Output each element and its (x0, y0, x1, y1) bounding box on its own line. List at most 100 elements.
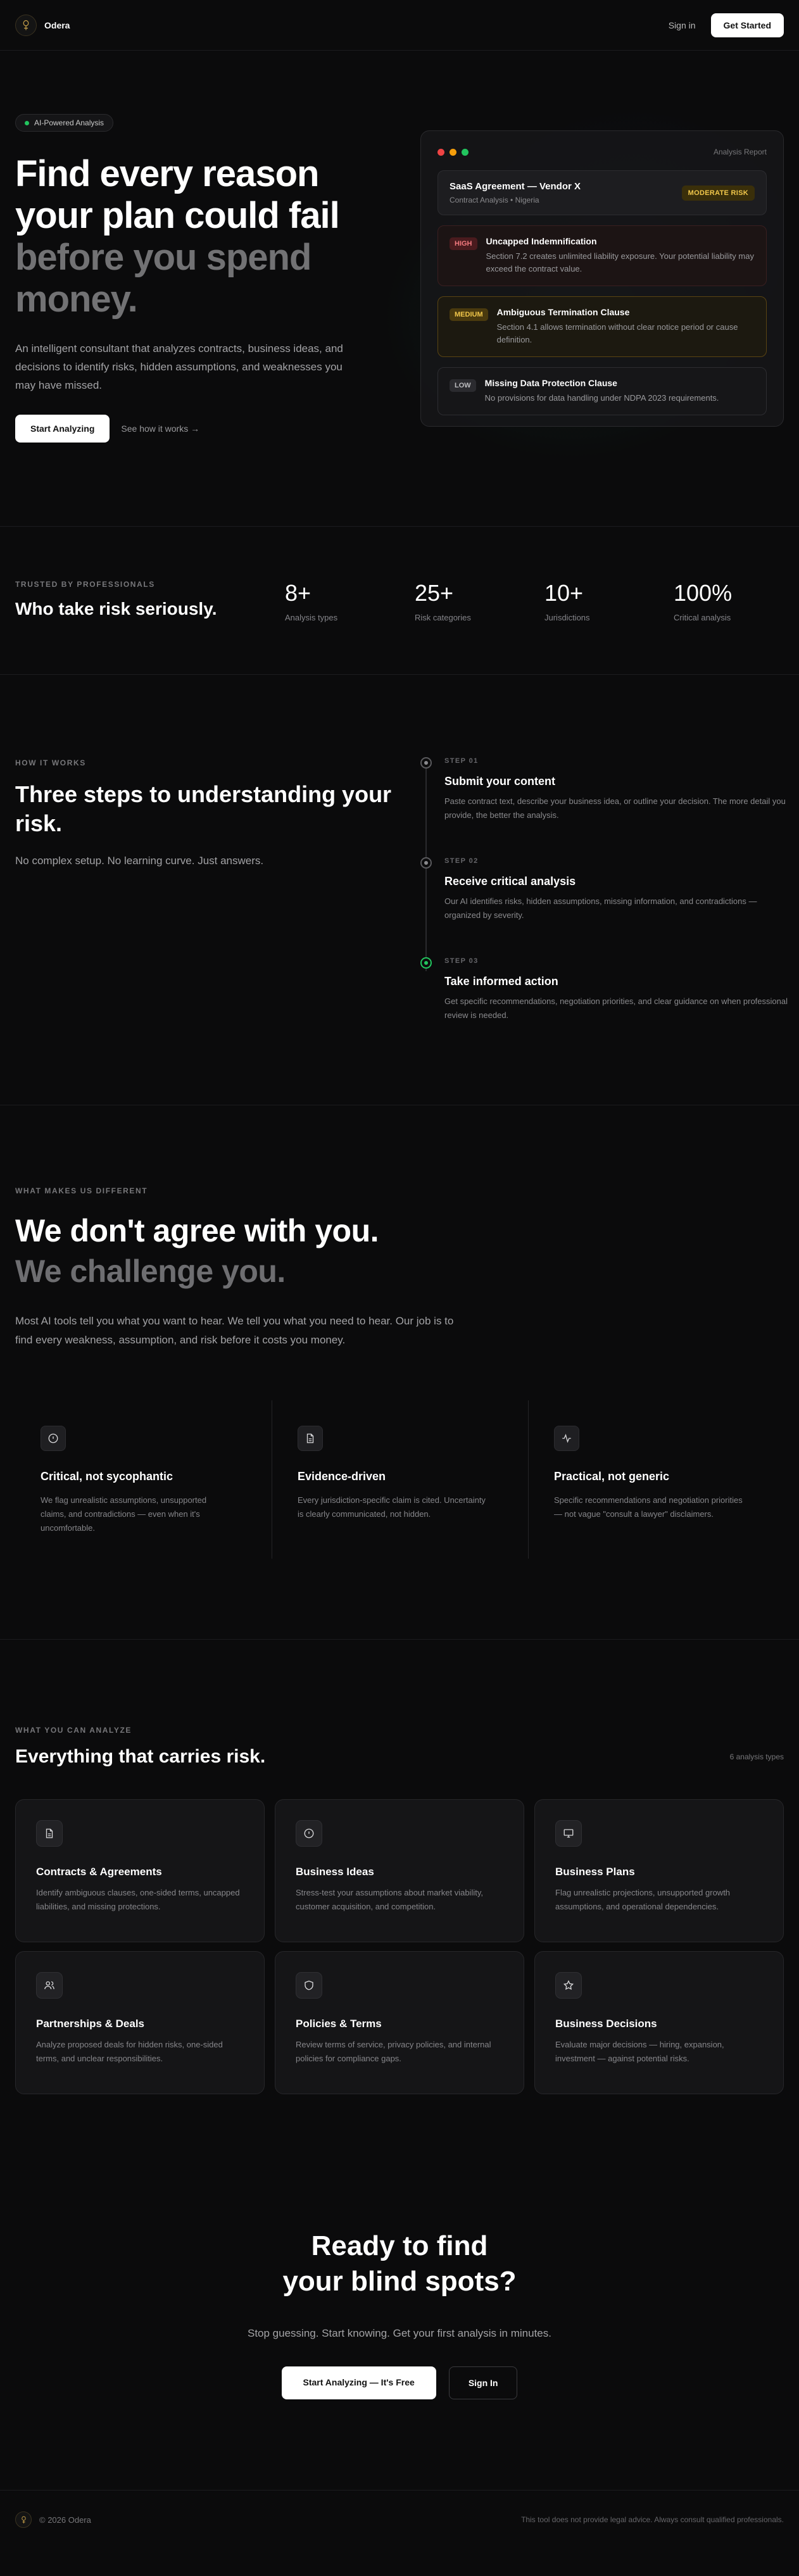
activity-icon (554, 1426, 579, 1451)
stat-label: Critical analysis (674, 613, 731, 622)
brand[interactable]: Odera (15, 14, 70, 36)
risk-item: MEDIUM Ambiguous Termination Clause Sect… (437, 296, 767, 357)
card-description: Stress-test your assumptions about marke… (296, 1888, 483, 1911)
window-dots (437, 148, 469, 156)
stat-label: Jurisdictions (544, 613, 590, 622)
trusted-eyebrow: TRUSTED BY PROFESSIONALS (15, 580, 155, 589)
users-icon (36, 1972, 63, 1999)
card-description: Flag unrealistic projections, unsupporte… (555, 1888, 731, 1911)
different-section: WHAT MAKES US DIFFERENT We don't agree w… (0, 1105, 799, 1640)
feature-description: We flag unrealistic assumptions, unsuppo… (41, 1495, 207, 1533)
risk-tag: HIGH (450, 237, 477, 250)
cta-title: Ready to find your blind spots? (0, 2228, 799, 2299)
cta-signin-button[interactable]: Sign In (448, 2366, 518, 2399)
card-title: Policies & Terms (296, 2018, 382, 2030)
different-eyebrow: WHAT MAKES US DIFFERENT (15, 1186, 148, 1195)
how-it-works-section: HOW IT WORKS Three steps to understandin… (0, 675, 799, 1105)
top-nav: Odera Sign in Get Started (0, 0, 799, 51)
cta-subtitle: Stop guessing. Start knowing. Get your f… (247, 2327, 551, 2339)
stat-value: 10+ (544, 580, 584, 606)
analyze-eyebrow: WHAT YOU CAN ANALYZE (15, 1726, 132, 1735)
card-title: Business Plans (555, 1866, 635, 1878)
how-subtitle: No complex setup. No learning curve. Jus… (15, 855, 264, 867)
ai-badge: AI-Powered Analysis (15, 114, 114, 132)
stat-value: 100% (674, 580, 733, 606)
analysis-type-card[interactable]: Partnerships & Deals Analyze proposed de… (15, 1951, 265, 2094)
step-marker-icon (420, 857, 432, 869)
risk-item: LOW Missing Data Protection Clause No pr… (437, 367, 767, 415)
stat-value: 25+ (415, 580, 454, 606)
card-description: Evaluate major decisions — hiring, expan… (555, 2040, 724, 2063)
cta-title-line1: Ready to find (311, 2230, 488, 2261)
stat-item: 8+ Analysis types (285, 580, 337, 622)
start-analyzing-free-button[interactable]: Start Analyzing — It's Free (281, 2366, 436, 2399)
feature-description: Every jurisdiction-specific claim is cit… (298, 1495, 486, 1519)
cta-title-line2: your blind spots? (282, 2266, 517, 2297)
agreement-summary: SaaS Agreement — Vendor X Contract Analy… (437, 170, 767, 215)
step-kicker: STEP 01 (444, 757, 479, 765)
report-label: Analysis Report (713, 148, 767, 156)
lightbulb-icon (296, 1820, 322, 1847)
card-title: Partnerships & Deals (36, 2018, 145, 2030)
start-analyzing-button[interactable]: Start Analyzing (15, 415, 110, 443)
different-title: We don't agree with you. We challenge yo… (15, 1210, 379, 1291)
hero-title: Find every reason your plan could fail b… (15, 153, 370, 320)
stat-label: Risk categories (415, 613, 471, 622)
trusted-section: TRUSTED BY PROFESSIONALS Who take risk s… (0, 527, 799, 675)
analyze-title: Everything that carries risk. (15, 1746, 266, 1767)
risk-tag: LOW (450, 379, 476, 392)
analysis-type-card[interactable]: Business Decisions Evaluate major decisi… (534, 1951, 784, 2094)
step-description: Our AI identifies risks, hidden assumpti… (444, 896, 757, 920)
step-description: Paste contract text, describe your busin… (444, 796, 786, 820)
step-item: STEP 02 Receive critical analysis Our AI… (420, 857, 788, 922)
stat-item: 100% Critical analysis (674, 580, 732, 622)
step-title: Submit your content (444, 775, 555, 788)
risk-level-badge: MODERATE RISK (681, 185, 755, 201)
step-marker-icon (420, 757, 432, 769)
feature-item: Critical, not sycophantic We flag unreal… (15, 1400, 272, 1559)
feature-title: Evidence-driven (298, 1470, 386, 1483)
step-kicker: STEP 03 (444, 957, 479, 965)
step-title: Take informed action (444, 975, 558, 988)
see-how-it-works-link[interactable]: See how it works → (121, 424, 199, 434)
cta-section: Ready to find your blind spots? Stop gue… (0, 2169, 799, 2491)
card-description: Identify ambiguous clauses, one-sided te… (36, 1888, 240, 1911)
trusted-title: Who take risk seriously. (15, 599, 217, 619)
legal-disclaimer: This tool does not provide legal advice.… (521, 2515, 784, 2524)
hero-title-line1: Find every reason (15, 153, 319, 194)
analysis-type-card[interactable]: Business Ideas Stress-test your assumpti… (275, 1799, 524, 1942)
stat-item: 10+ Jurisdictions (544, 580, 590, 622)
risk-tag: MEDIUM (450, 308, 488, 321)
get-started-button[interactable]: Get Started (710, 13, 784, 37)
analysis-count: 6 analysis types (729, 1752, 784, 1761)
hero-subtitle: An intelligent consultant that analyzes … (15, 342, 343, 391)
document-icon (298, 1426, 323, 1451)
step-item: STEP 01 Submit your content Paste contra… (420, 757, 788, 822)
odera-logo-icon (15, 2511, 32, 2528)
hero-title-line2: your plan could fail (15, 195, 340, 236)
analysis-type-card[interactable]: Business Plans Flag unrealistic projecti… (534, 1799, 784, 1942)
how-eyebrow: HOW IT WORKS (15, 758, 86, 767)
red-dot-icon (437, 148, 444, 156)
footer: © 2026 Odera This tool does not provide … (0, 2491, 799, 2549)
card-title: Contracts & Agreements (36, 1866, 162, 1878)
hero-title-dim1: before you spend (15, 237, 311, 278)
signin-link[interactable]: Sign in (669, 20, 696, 30)
risk-title: Ambiguous Termination Clause (496, 307, 630, 317)
ai-badge-label: AI-Powered Analysis (34, 118, 104, 127)
risk-description: No provisions for data handling under ND… (484, 393, 719, 403)
risk-description: Section 4.1 allows termination without c… (496, 322, 738, 344)
stat-item: 25+ Risk categories (415, 580, 471, 622)
brand-name: Odera (44, 20, 70, 30)
different-subtitle: Most AI tools tell you what you want to … (15, 1315, 454, 1346)
different-title-line1: We don't agree with you. (15, 1213, 379, 1248)
agreement-subtitle: Contract Analysis • Nigeria (450, 196, 539, 204)
risk-title: Missing Data Protection Clause (484, 378, 617, 388)
feature-item: Practical, not generic Specific recommen… (528, 1400, 784, 1559)
monitor-icon (555, 1820, 582, 1847)
yellow-dot-icon (450, 148, 456, 156)
analysis-type-card[interactable]: Policies & Terms Review terms of service… (275, 1951, 524, 2094)
risk-description: Section 7.2 creates unlimited liability … (486, 251, 754, 273)
star-icon (555, 1972, 582, 1999)
analysis-type-card[interactable]: Contracts & Agreements Identify ambiguou… (15, 1799, 265, 1942)
